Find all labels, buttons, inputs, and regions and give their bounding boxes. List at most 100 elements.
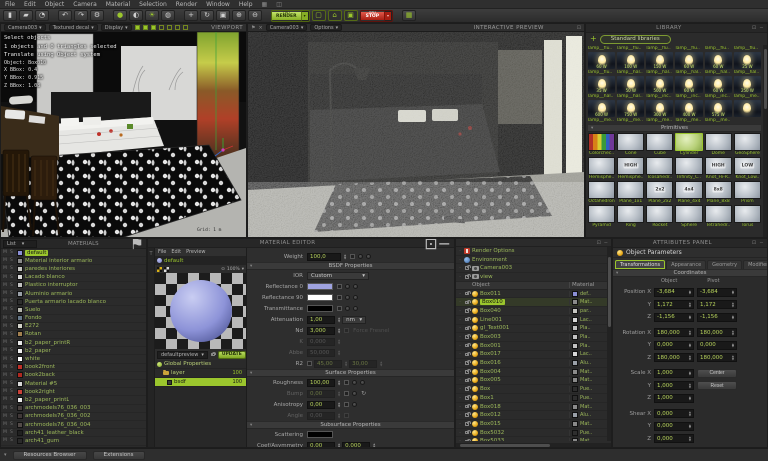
pivot-value-field[interactable]: 1,172 ▲ ▼ xyxy=(697,300,737,310)
primitives-section-header[interactable]: ▾ Primitives xyxy=(588,124,761,132)
render-region-icon[interactable]: ⌂ xyxy=(327,10,342,21)
viewport-camera-select[interactable]: Camera003 ▾ xyxy=(4,24,46,31)
viewport-shading-select[interactable]: Textured decal ▾ xyxy=(48,24,98,31)
material-m-flag[interactable]: M xyxy=(3,373,8,378)
object-row[interactable]: · Box011 def.. xyxy=(456,290,611,299)
material-m-flag[interactable]: M xyxy=(3,275,8,280)
nd-field[interactable]: 3,000 xyxy=(307,326,335,335)
menu-item[interactable]: Help xyxy=(239,1,253,8)
preview-options-select[interactable]: Options ▾ xyxy=(310,24,343,31)
material-s-flag[interactable]: S xyxy=(10,406,15,411)
reflectance0-swatch[interactable] xyxy=(307,283,333,290)
material-m-flag[interactable]: M xyxy=(3,316,8,321)
lock-icon[interactable] xyxy=(465,299,471,305)
lock-icon[interactable] xyxy=(465,403,471,409)
minimize-icon[interactable]: − xyxy=(759,25,764,31)
material-s-flag[interactable]: S xyxy=(10,332,15,337)
material-row[interactable]: M S archmodels76_036_003 xyxy=(1,405,146,413)
material-row[interactable]: M S Material interior armario xyxy=(1,257,146,266)
library-scrollbar[interactable] xyxy=(763,45,767,237)
material-m-flag[interactable]: M xyxy=(3,422,8,427)
lock-icon[interactable] xyxy=(465,351,471,357)
material-s-flag[interactable]: S xyxy=(10,250,15,255)
library-lamp-item[interactable]: lamp__hal.. 750 W xyxy=(617,94,645,118)
object-material-cell[interactable]: Mat.. xyxy=(569,377,609,384)
material-s-flag[interactable]: S xyxy=(10,283,15,288)
object-material-cell[interactable]: Pla.. xyxy=(569,334,609,341)
map-checkbox[interactable] xyxy=(344,380,350,385)
material-m-flag[interactable]: M xyxy=(3,365,8,370)
r2-a-field[interactable]: 45,00 xyxy=(314,359,342,368)
material-s-flag[interactable]: S xyxy=(10,414,15,419)
pin-icon[interactable]: ⚑ xyxy=(251,25,255,31)
library-primitive-item[interactable]: Sphere xyxy=(675,205,703,229)
lock-icon[interactable] xyxy=(465,395,471,400)
library-primitive-item[interactable]: Colorchec.. xyxy=(588,133,616,157)
collapse-arrow-icon[interactable]: ▾ xyxy=(616,271,618,276)
object-row[interactable]: · Box018 Mat.. xyxy=(456,403,611,412)
display-toggle-icon[interactable] xyxy=(166,25,172,30)
object-row[interactable]: · Line001 Lac.. xyxy=(456,316,611,325)
checker-yellow-icon[interactable] xyxy=(157,266,162,272)
spinner-arrows[interactable]: ▲ ▼ xyxy=(344,253,346,260)
object-value-field[interactable]: -1,156 ▲ ▼ xyxy=(654,312,694,322)
material-row[interactable]: M S Material #5 xyxy=(1,380,146,389)
render-dropdown-arrow[interactable]: ▾ xyxy=(300,10,309,21)
material-m-flag[interactable]: M xyxy=(3,430,8,435)
texture-slot-icon[interactable] xyxy=(360,380,366,385)
rotate-tool-icon[interactable]: ↻ xyxy=(200,10,214,21)
normal-map-toggle-icon[interactable]: ↻ xyxy=(361,390,366,397)
shaded-sphere-icon[interactable]: ◐ xyxy=(129,10,143,21)
material-s-flag[interactable]: S xyxy=(10,316,15,321)
render-preview-icon[interactable]: ▣ xyxy=(343,10,358,21)
material-m-flag[interactable]: M xyxy=(3,307,8,312)
menu-item[interactable]: Edit xyxy=(24,1,36,8)
object-row[interactable]: · Box003 Pla.. xyxy=(456,333,611,342)
material-name-field[interactable]: default xyxy=(155,256,246,265)
attributes-tab[interactable]: Geometry xyxy=(707,260,743,269)
object-row[interactable]: · Box016 Alu.. xyxy=(456,359,611,368)
object-value-field[interactable]: 0,000 ▲ ▼ xyxy=(654,340,694,350)
preview-canvas[interactable] xyxy=(248,32,584,237)
library-lamp-item[interactable]: lamp__flu.. 60 W xyxy=(675,46,703,70)
menu-item[interactable]: Selection xyxy=(139,1,167,8)
spinner-arrows[interactable]: ▲ ▼ xyxy=(689,301,691,308)
lock-icon[interactable] xyxy=(465,438,471,441)
texture-slot-icon[interactable] xyxy=(352,380,358,385)
object-material-cell[interactable]: Pue.. xyxy=(569,386,609,393)
editor-menu-item[interactable]: Edit xyxy=(171,249,181,255)
lock-icon[interactable] xyxy=(465,369,471,374)
object-row[interactable]: · Box1 Pue.. xyxy=(456,394,611,403)
object-row[interactable]: · gl_Text001 Pla.. xyxy=(456,325,611,334)
object-material-cell[interactable]: Mat.. xyxy=(569,299,609,306)
object-material-cell[interactable]: Mat.. xyxy=(569,438,609,441)
lock-icon[interactable] xyxy=(210,351,217,357)
bsdf-section-header[interactable]: ▾ BSDF Properties xyxy=(247,262,454,270)
menu-item[interactable]: Render xyxy=(176,1,197,8)
spinner-arrows[interactable]: ▲ ▼ xyxy=(732,301,734,308)
display-toggle-icon[interactable] xyxy=(182,25,188,30)
material-s-flag[interactable]: S xyxy=(10,430,15,435)
material-m-flag[interactable]: M xyxy=(3,348,8,353)
lock-icon[interactable] xyxy=(465,308,471,313)
object-row[interactable]: · Box040 par.. xyxy=(456,307,611,316)
attributes-tab[interactable]: Modifiers xyxy=(743,260,767,269)
spinner-arrows[interactable]: ▲ ▼ xyxy=(689,342,691,349)
library-lamp-item[interactable]: lamp__flu.. 60 W xyxy=(704,46,732,70)
library-lamp-item[interactable]: lamp__hal.. 500 W xyxy=(646,70,674,94)
material-preview[interactable] xyxy=(155,273,246,349)
attenuation-unit-select[interactable]: nm ▾ xyxy=(342,315,367,324)
preview-camera-select[interactable]: Camera003 ▾ xyxy=(265,24,308,31)
library-lamp-item[interactable]: lamp__hal.. 60 W xyxy=(675,70,703,94)
r2-b-field[interactable]: 30,00 xyxy=(349,359,378,368)
material-row[interactable]: M S archmodels76_036_004 xyxy=(1,421,146,430)
texture-slot-icon[interactable] xyxy=(345,306,350,311)
lock-icon[interactable] xyxy=(465,377,471,383)
material-m-flag[interactable]: M xyxy=(3,414,8,419)
attributes-tab[interactable]: Transformations xyxy=(615,260,666,269)
object-value-field[interactable]: -3,684 ▲ ▼ xyxy=(654,287,694,297)
abbe-field[interactable]: 50,000 xyxy=(307,348,335,357)
texture-slot-icon[interactable] xyxy=(352,402,358,407)
scene-hscrollbar[interactable] xyxy=(456,443,611,447)
library-lamp-item[interactable]: lamp__hal.. 600 W xyxy=(588,94,616,118)
